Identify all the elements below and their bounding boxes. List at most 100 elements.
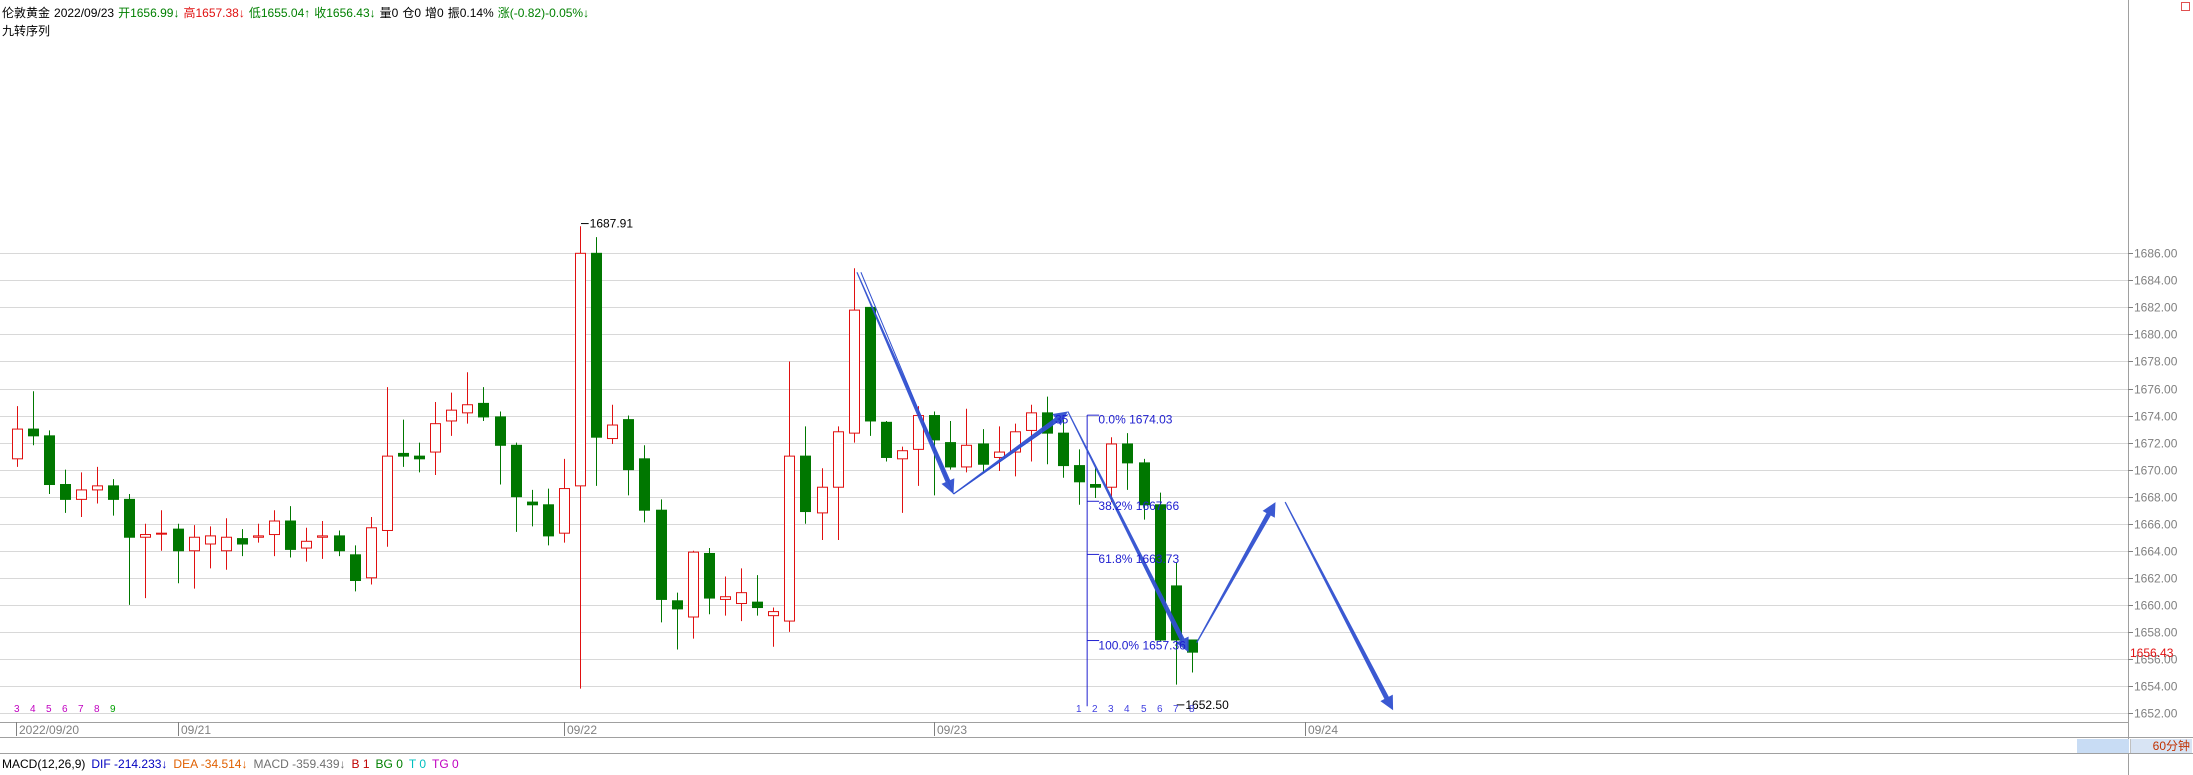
macd-tg: TG 0 — [432, 757, 459, 771]
nine-sequence-count: 3 — [1108, 704, 1114, 715]
candle-body — [60, 484, 71, 500]
x-tick-label: 09/23 — [937, 723, 967, 737]
candle-body — [768, 611, 779, 617]
candle-body — [929, 415, 940, 441]
y-tick-label: 1654.00 — [2134, 680, 2178, 694]
candle-body — [865, 306, 876, 422]
candle-body — [317, 535, 328, 538]
amplitude: 振0.14% — [447, 6, 494, 20]
candle-body — [833, 431, 844, 488]
candle-body — [897, 450, 908, 460]
y-tick-label: 1660.00 — [2134, 599, 2178, 613]
candlestick-chart[interactable]: 1652.001654.001656.001658.001660.001662.… — [0, 0, 2193, 775]
candle-body — [189, 536, 200, 552]
nine-sequence-count: 8 — [94, 704, 100, 715]
candle-body — [672, 600, 683, 610]
candle-body — [1106, 443, 1117, 488]
timeframe-button[interactable]: 60分钟 — [2130, 739, 2192, 753]
nine-sequence-count: 7 — [1173, 704, 1179, 715]
candle-body — [12, 428, 23, 460]
candle-body — [736, 592, 747, 604]
y-tick-label: 1686.00 — [2134, 247, 2178, 261]
price-change: 涨(-0.82)-0.05%↓ — [497, 6, 590, 20]
candle-body — [124, 498, 135, 538]
candle-body — [301, 540, 312, 549]
close-price: 收1656.43↓ — [314, 6, 376, 20]
y-tick-label: 1662.00 — [2134, 572, 2178, 586]
y-tick-label: 1652.00 — [2134, 707, 2178, 721]
nine-sequence-count: 6 — [1157, 704, 1163, 715]
candle-body — [76, 489, 87, 500]
nine-sequence-count: 8 — [1189, 704, 1195, 715]
candle-body — [688, 551, 699, 618]
y-tick-label: 1672.00 — [2134, 437, 2178, 451]
nine-sequence-count: 4 — [30, 704, 36, 715]
candle-body — [108, 485, 119, 500]
nine-sequence-count: 5 — [1141, 704, 1147, 715]
macd-dea: DEA -34.514↓ — [173, 757, 248, 771]
y-tick-label: 1676.00 — [2134, 383, 2178, 397]
candle-body — [1155, 504, 1166, 641]
header-date: 2022/09/23 — [54, 6, 115, 20]
open-interest: 仓0 — [402, 6, 422, 20]
candle-body — [978, 443, 989, 465]
candle-body — [414, 455, 425, 460]
candle-body — [350, 554, 361, 582]
nine-sequence-count: 9 — [110, 704, 116, 715]
scroll-selection[interactable] — [2077, 739, 2129, 753]
macd-b: B 1 — [351, 757, 370, 771]
high-price: 高1657.38↓ — [183, 6, 245, 20]
volume: 量0 — [379, 6, 399, 20]
x-tick-label: 2022/09/20 — [19, 723, 79, 737]
macd-legend[interactable]: MACD(12,26,9) DIF -214.233↓ DEA -34.514↓ MA… — [2, 757, 465, 771]
price-annotation: 38.2% 1667.66 — [1098, 499, 1179, 513]
y-tick-label: 1668.00 — [2134, 491, 2178, 505]
y-tick-label: 1678.00 — [2134, 355, 2178, 369]
nine-sequence-count: 4 — [1124, 704, 1130, 715]
open-price: 开1656.99↓ — [118, 6, 180, 20]
candle-body — [140, 534, 151, 538]
candle-body — [784, 455, 795, 622]
x-tick-label: 09/24 — [1308, 723, 1338, 737]
nine-sequence-count: 7 — [78, 704, 84, 715]
price-annotation: 100.0% 1657.36 — [1098, 638, 1186, 652]
candle-body — [1122, 443, 1133, 464]
candle-body — [156, 532, 167, 535]
x-tick-label: 09/22 — [567, 723, 597, 737]
candle-body — [945, 442, 956, 468]
nine-sequence-count: 2 — [1092, 704, 1098, 715]
low-price: 低1655.04↑ — [248, 6, 311, 20]
price-annotation: 0.0% 1674.03 — [1098, 413, 1172, 427]
candle-body — [1187, 639, 1198, 653]
corner-square-icon[interactable] — [2181, 2, 2190, 11]
candle-body — [430, 423, 441, 453]
candle-body — [656, 509, 667, 600]
indicator-name[interactable]: 九转序列 — [2, 22, 50, 39]
candle-body — [478, 402, 489, 418]
candle-body — [1058, 432, 1069, 467]
y-tick-label: 1666.00 — [2134, 518, 2178, 532]
candle-body — [704, 552, 715, 599]
candle-body — [623, 419, 634, 471]
candle-body — [446, 409, 457, 422]
candle-body — [575, 252, 586, 487]
candle-body — [462, 404, 473, 414]
candle-body — [1026, 412, 1037, 431]
increase: 增0 — [425, 6, 444, 20]
macd-t: T 0 — [408, 757, 427, 771]
nine-sequence-count: 5 — [46, 704, 52, 715]
y-tick-label: 1680.00 — [2134, 328, 2178, 342]
candle-body — [511, 444, 522, 498]
trend-arrow — [1196, 502, 1276, 643]
y-tick-label: 1682.00 — [2134, 301, 2178, 315]
candle-body — [849, 309, 860, 434]
symbol-name: 伦敦黄金 — [2, 6, 51, 20]
price-annotation: 1687.91 — [590, 217, 634, 231]
candle-body — [1090, 484, 1101, 488]
x-tick-label: 09/21 — [181, 723, 211, 737]
y-tick-label: 1658.00 — [2134, 626, 2178, 640]
candle-body — [221, 536, 232, 552]
candle-body — [752, 601, 763, 609]
nine-sequence-count: 6 — [62, 704, 68, 715]
candle-body — [173, 528, 184, 552]
